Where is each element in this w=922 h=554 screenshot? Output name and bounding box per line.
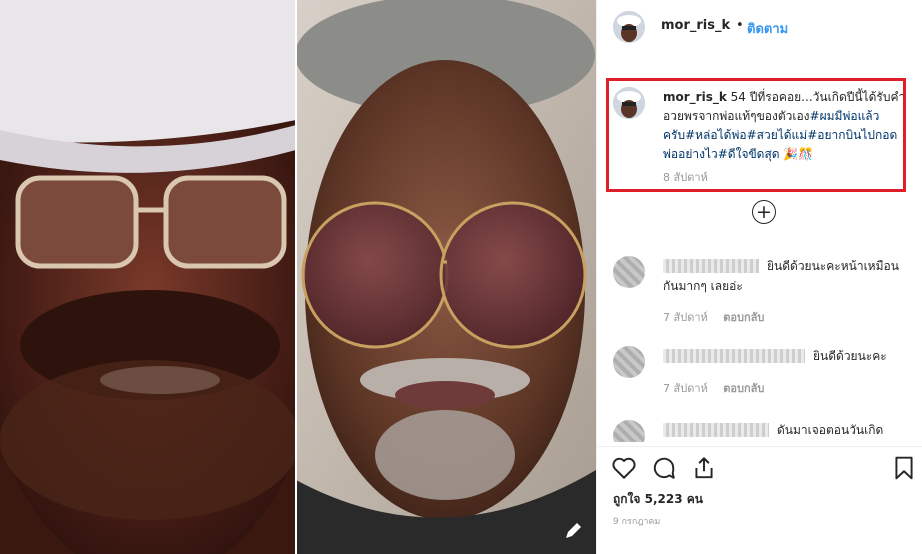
reply-button[interactable]: ตอบกลับ [723,311,764,324]
plus-circle-icon[interactable]: + [752,200,776,224]
bookmark-icon[interactable] [891,455,917,481]
post-image[interactable] [0,0,596,554]
list-item: ยินดีด้วยนะคะ 7 สัปดาห์ ตอบกลับ [613,346,913,396]
caption-highlight-box [606,78,906,192]
comment-time[interactable]: 7 สัปดาห์ [663,382,708,395]
avatar[interactable] [613,346,645,378]
heart-icon[interactable] [611,455,637,481]
avatar[interactable] [613,256,645,288]
avatar[interactable] [613,420,645,442]
post-header: mor_ris_k • ติดตาม [597,0,922,56]
comment-text: ยินดีด้วยนะคะหน้าเหมือนกันมากๆ เลยอ่ะ [663,259,899,293]
pencil-icon[interactable] [562,520,584,542]
username[interactable]: mor_ris_k [661,18,730,33]
comment-text: ยินดีด้วยนะคะ [813,349,887,363]
comment-icon[interactable] [651,455,677,481]
list-item: ดันมาเจอตอนวันเกิด [613,420,913,442]
comment-meta: 7 สัปดาห์ ตอบกลับ [663,308,776,326]
separator-dot: • [736,18,744,33]
follow-button[interactable]: ติดตาม [747,18,788,39]
avatar[interactable] [613,11,645,43]
reply-button[interactable]: ตอบกลับ [723,382,764,395]
comment-time[interactable]: 7 สัปดาห์ [663,311,708,324]
comment-text: ดันมาเจอตอนวันเกิด [777,423,884,437]
like-count[interactable]: ถูกใจ 5,223 คน [613,490,703,509]
action-bar [597,446,922,486]
post-date[interactable]: 9 กรกฎาคม [613,514,660,528]
post-photo [0,0,596,554]
left-portrait [0,0,320,554]
share-icon[interactable] [691,455,717,481]
list-item: ยินดีด้วยนะคะหน้าเหมือนกันมากๆ เลยอ่ะ 7 … [613,256,913,324]
comment-meta: 7 สัปดาห์ ตอบกลับ [663,379,776,397]
right-portrait [295,0,596,554]
